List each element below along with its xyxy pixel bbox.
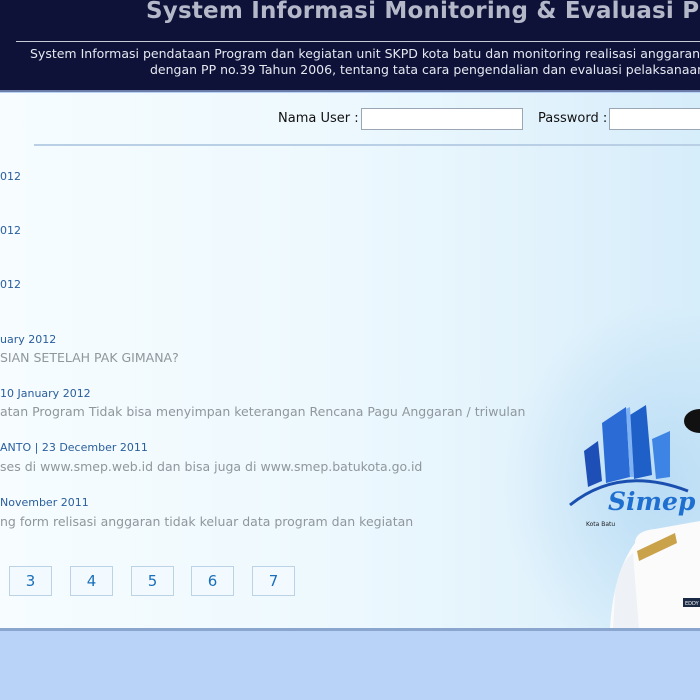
page-button-5[interactable]: 5	[131, 566, 174, 596]
header-bottom-border	[0, 90, 700, 92]
name-tag-text: EDDY	[685, 601, 700, 607]
post-meta[interactable]: uary 2012	[0, 333, 56, 346]
main-content: Nama User : Password : 012 012 012 uary …	[0, 93, 700, 629]
header-description-line1: System Informasi pendataan Program dan k…	[30, 46, 700, 61]
content-bottom-border	[0, 628, 700, 631]
username-input[interactable]	[361, 108, 523, 130]
post-meta[interactable]: November 2011	[0, 496, 89, 509]
page-button-3[interactable]: 3	[9, 566, 52, 596]
password-label: Password :	[538, 111, 608, 126]
post-title[interactable]: atan Program Tidak bisa menyimpan ketera…	[0, 404, 525, 419]
post-meta[interactable]: 012	[0, 278, 21, 291]
page-button-6[interactable]: 6	[191, 566, 234, 596]
username-label: Nama User :	[278, 111, 359, 126]
post-meta[interactable]: 012	[0, 224, 21, 237]
post-title[interactable]: ng form relisasi anggaran tidak keluar d…	[0, 514, 413, 529]
site-header: System Informasi Monitoring & Evaluasi P…	[0, 0, 700, 92]
post-title[interactable]: ses di www.smep.web.id dan bisa juga di …	[0, 459, 422, 474]
password-input[interactable]	[609, 108, 700, 130]
site-title: System Informasi Monitoring & Evaluasi P…	[146, 0, 700, 24]
page-button-7[interactable]: 7	[252, 566, 295, 596]
official-portrait: EDDY	[610, 409, 700, 629]
header-divider	[16, 41, 700, 42]
post-meta[interactable]: 10 January 2012	[0, 387, 91, 400]
header-description-line2: dengan PP no.39 Tahun 2006, tentang tata…	[150, 62, 700, 77]
page-button-4[interactable]: 4	[70, 566, 113, 596]
login-divider	[34, 144, 700, 146]
post-meta[interactable]: ANTO | 23 December 2011	[0, 441, 148, 454]
post-meta[interactable]: 012	[0, 170, 21, 183]
post-title[interactable]: SIAN SETELAH PAK GIMANA?	[0, 350, 179, 365]
